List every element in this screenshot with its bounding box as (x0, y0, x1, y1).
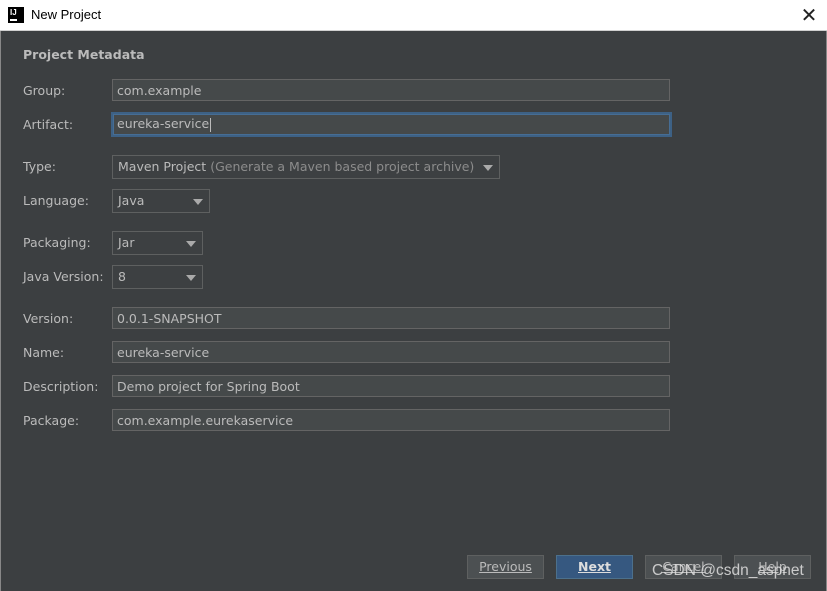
title-bar: IJ New Project ✕ (0, 0, 827, 31)
description-field[interactable]: Demo project for Spring Boot (112, 375, 670, 397)
artifact-field[interactable]: eureka-service (111, 112, 672, 137)
version-field[interactable]: 0.0.1-SNAPSHOT (112, 307, 670, 329)
chevron-down-icon (186, 275, 196, 281)
description-label: Description: (23, 379, 99, 394)
text-caret (210, 117, 212, 132)
artifact-value: eureka-service (117, 116, 210, 131)
app-icon-letters: IJ (10, 8, 17, 17)
group-field[interactable]: com.example (112, 79, 670, 101)
packaging-label: Packaging: (23, 235, 91, 250)
type-dropdown[interactable]: Maven Project (Generate a Maven based pr… (112, 155, 500, 179)
chevron-down-icon (483, 165, 493, 171)
next-button[interactable]: Next (556, 555, 633, 579)
version-label: Version: (23, 311, 74, 326)
artifact-label: Artifact: (23, 117, 74, 132)
chevron-down-icon (186, 241, 196, 247)
name-label: Name: (23, 345, 65, 360)
package-field[interactable]: com.example.eurekaservice (112, 409, 670, 431)
close-icon[interactable]: ✕ (799, 5, 819, 25)
packaging-dropdown[interactable]: Jar (112, 231, 203, 255)
window-border-left (0, 31, 1, 591)
language-value: Java (118, 193, 145, 208)
language-dropdown[interactable]: Java (112, 189, 210, 213)
type-hint: (Generate a Maven based project archive) (210, 159, 475, 174)
previous-button[interactable]: Previous (467, 555, 544, 579)
java-version-dropdown[interactable]: 8 (112, 265, 203, 289)
language-label: Language: (23, 193, 89, 208)
watermark: CSDN @csdn_aspnet (652, 562, 804, 579)
chevron-down-icon (193, 199, 203, 205)
type-value: Maven Project (118, 159, 207, 174)
package-label: Package: (23, 413, 80, 428)
type-label: Type: (23, 159, 56, 174)
java-version-value: 8 (118, 269, 126, 284)
window-title: New Project (31, 7, 102, 22)
intellij-app-icon: IJ (8, 7, 24, 23)
java-version-label: Java Version: (23, 269, 104, 284)
name-field[interactable]: eureka-service (112, 341, 670, 363)
section-title: Project Metadata (23, 47, 145, 62)
group-label: Group: (23, 83, 66, 98)
packaging-value: Jar (118, 235, 135, 250)
